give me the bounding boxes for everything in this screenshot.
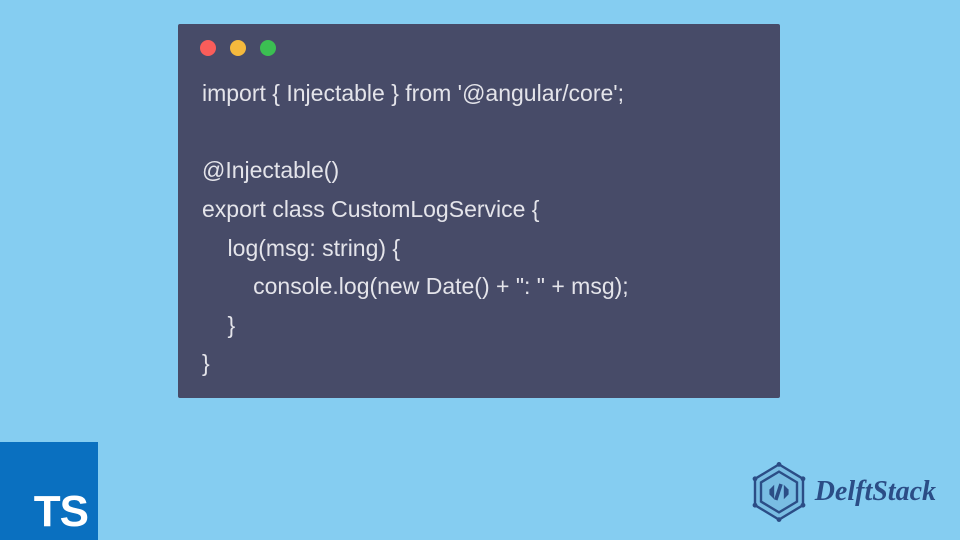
brand-name: DelftStack	[815, 476, 936, 508]
brand: DelftStack	[749, 462, 936, 522]
maximize-icon	[260, 40, 276, 56]
code-window: import { Injectable } from '@angular/cor…	[178, 24, 780, 398]
close-icon	[200, 40, 216, 56]
code-block: import { Injectable } from '@angular/cor…	[178, 66, 780, 403]
minimize-icon	[230, 40, 246, 56]
typescript-badge: TS	[0, 442, 98, 540]
brand-logo-icon	[749, 462, 809, 522]
window-controls	[178, 24, 780, 66]
typescript-badge-text: TS	[34, 490, 88, 534]
